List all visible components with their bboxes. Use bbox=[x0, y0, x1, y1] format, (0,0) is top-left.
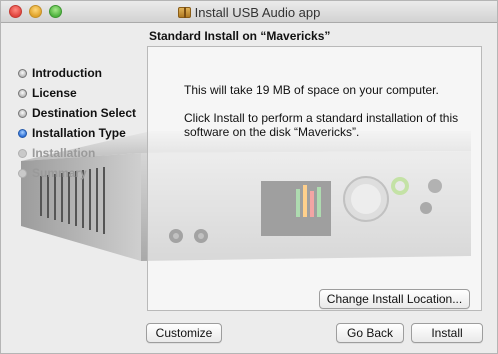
install-instructions-text: Click Install to perform a standard inst… bbox=[184, 111, 459, 139]
content-panel: This will take 19 MB of space on your co… bbox=[147, 46, 482, 311]
step-pending-dot-icon bbox=[18, 149, 27, 158]
step-summary: Summary bbox=[15, 165, 145, 185]
page-heading: Standard Install on “Mavericks” bbox=[149, 29, 331, 43]
step-introduction: Introduction bbox=[15, 65, 145, 85]
step-label: Destination Select bbox=[32, 106, 137, 120]
step-done-dot-icon bbox=[18, 69, 27, 78]
step-current-dot-icon bbox=[18, 129, 27, 138]
step-done-dot-icon bbox=[18, 109, 27, 118]
step-pending-dot-icon bbox=[18, 169, 27, 178]
title-bar: Install USB Audio app bbox=[1, 1, 497, 23]
step-label: Installation Type bbox=[32, 126, 126, 140]
window-title-group: Install USB Audio app bbox=[1, 5, 497, 20]
step-label: License bbox=[32, 86, 77, 100]
customize-button[interactable]: Customize bbox=[146, 323, 222, 343]
step-label: Summary bbox=[32, 166, 87, 180]
installer-window: Install USB Audio app Standard Install o… bbox=[0, 0, 498, 354]
go-back-button[interactable]: Go Back bbox=[336, 323, 404, 343]
install-button[interactable]: Install bbox=[411, 323, 483, 343]
step-done-dot-icon bbox=[18, 89, 27, 98]
change-install-location-button[interactable]: Change Install Location... bbox=[319, 289, 470, 309]
space-required-text: This will take 19 MB of space on your co… bbox=[184, 83, 439, 97]
step-installation-type: Installation Type bbox=[15, 125, 145, 145]
step-destination-select: Destination Select bbox=[15, 105, 145, 125]
step-label: Installation bbox=[32, 146, 96, 160]
installer-steps: Introduction License Destination Select … bbox=[15, 65, 145, 185]
step-label: Introduction bbox=[32, 66, 102, 80]
window-title: Install USB Audio app bbox=[194, 5, 321, 20]
package-icon bbox=[177, 7, 191, 18]
step-license: License bbox=[15, 85, 145, 105]
step-installation: Installation bbox=[15, 145, 145, 165]
